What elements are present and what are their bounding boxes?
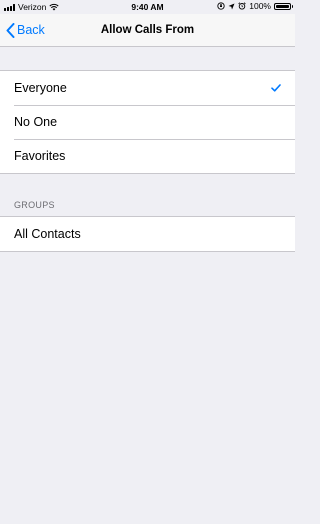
option-label: No One bbox=[14, 115, 58, 129]
battery-fill bbox=[276, 4, 289, 8]
option-label: Everyone bbox=[14, 81, 67, 95]
status-bar: Verizon 9:40 AM 100% bbox=[0, 0, 295, 14]
option-everyone[interactable]: Everyone bbox=[0, 71, 295, 105]
battery-percent: 100% bbox=[249, 1, 271, 11]
location-icon bbox=[228, 3, 235, 9]
groups-list: All Contacts bbox=[0, 216, 295, 252]
option-favorites[interactable]: Favorites bbox=[0, 139, 295, 173]
option-all-contacts[interactable]: All Contacts bbox=[0, 217, 295, 251]
option-label: All Contacts bbox=[14, 227, 81, 241]
option-no-one[interactable]: No One bbox=[0, 105, 295, 139]
battery-icon bbox=[274, 2, 293, 10]
option-label: Favorites bbox=[14, 149, 66, 163]
checkmark-icon bbox=[271, 71, 281, 105]
orientation-lock-icon bbox=[217, 2, 225, 10]
alarm-icon bbox=[238, 2, 246, 10]
navigation-bar: Back Allow Calls From bbox=[0, 14, 295, 47]
options-list: Everyone No One Favorites bbox=[0, 70, 295, 174]
page-title: Allow Calls From bbox=[100, 24, 195, 36]
status-right: 100% bbox=[217, 1, 293, 11]
section-header-groups: GROUPS bbox=[14, 200, 55, 210]
